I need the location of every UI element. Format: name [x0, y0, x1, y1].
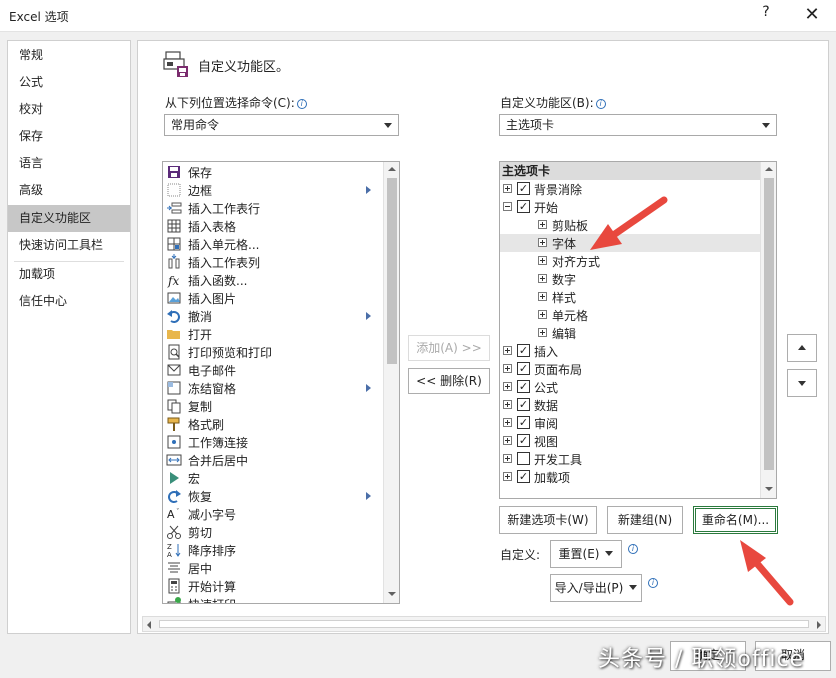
- watermark: 头条号 / 职领office: [598, 647, 805, 672]
- red-arrow-icon: [590, 196, 668, 250]
- red-arrow-icon: [740, 540, 794, 606]
- annotation-arrows: [590, 196, 794, 606]
